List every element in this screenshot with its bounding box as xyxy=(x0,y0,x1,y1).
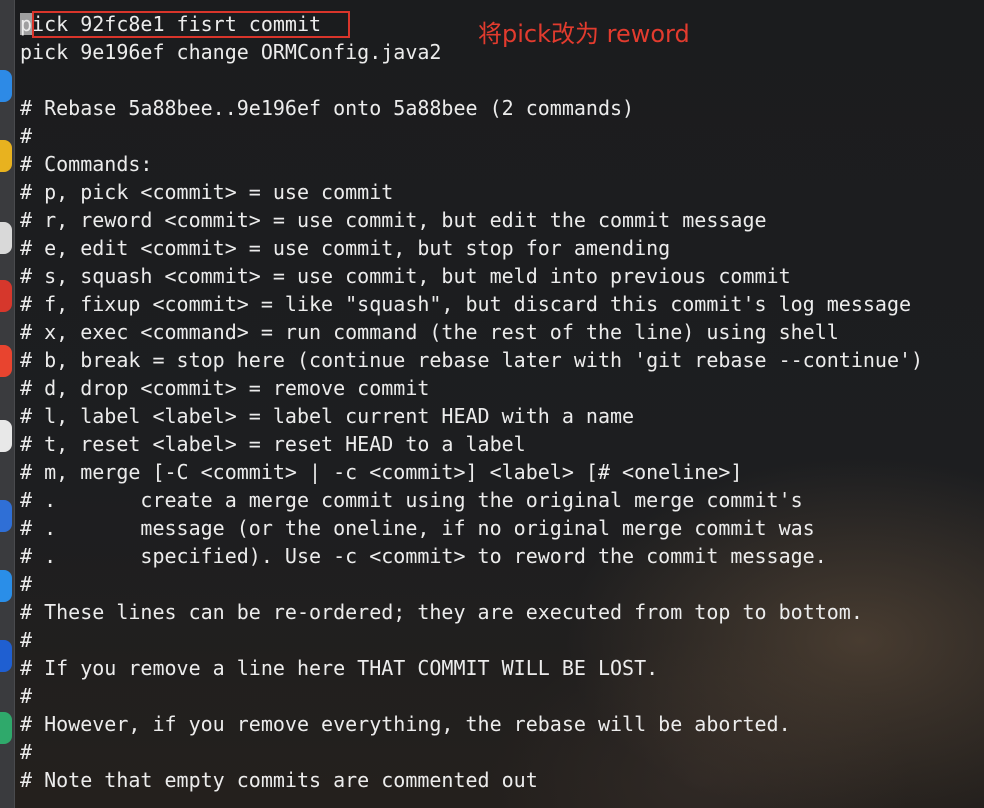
comment-line[interactable]: # These lines can be re-ordered; they ar… xyxy=(20,598,984,626)
app-blue2-icon[interactable] xyxy=(0,570,12,602)
comment-line[interactable]: # Rebase 5a88bee..9e196ef onto 5a88bee (… xyxy=(20,94,984,122)
comment-line[interactable]: # xyxy=(20,122,984,150)
app-red2-icon[interactable] xyxy=(0,345,12,377)
comment-line[interactable]: # If you remove a line here THAT COMMIT … xyxy=(20,654,984,682)
comment-line[interactable]: # Commands: xyxy=(20,150,984,178)
highlight-box xyxy=(32,11,350,38)
comment-line[interactable]: # r, reword <commit> = use commit, but e… xyxy=(20,206,984,234)
safari-icon[interactable] xyxy=(0,70,12,102)
comment-line[interactable]: # . specified). Use -c <commit> to rewor… xyxy=(20,542,984,570)
app-red-icon[interactable] xyxy=(0,280,12,312)
comment-line[interactable]: # b, break = stop here (continue rebase … xyxy=(20,346,984,374)
comment-line[interactable]: # . create a merge commit using the orig… xyxy=(20,486,984,514)
app-green-icon[interactable] xyxy=(0,712,12,744)
comment-line[interactable]: # However, if you remove everything, the… xyxy=(20,710,984,738)
annotation-text: 将pick改为 reword xyxy=(478,20,690,48)
comment-line[interactable]: # t, reset <label> = reset HEAD to a lab… xyxy=(20,430,984,458)
blank-line[interactable] xyxy=(20,66,984,94)
app-blue-icon[interactable] xyxy=(0,500,12,532)
dock xyxy=(0,0,15,808)
comment-line[interactable]: # p, pick <commit> = use commit xyxy=(20,178,984,206)
app-blue3-icon[interactable] xyxy=(0,640,12,672)
comment-line[interactable]: # x, exec <command> = run command (the r… xyxy=(20,318,984,346)
comment-line[interactable]: # m, merge [-C <commit> | -c <commit>] <… xyxy=(20,458,984,486)
comment-line[interactable]: # f, fixup <commit> = like "squash", but… xyxy=(20,290,984,318)
comment-line[interactable]: # xyxy=(20,570,984,598)
terminal-editor[interactable]: pick 92fc8e1 fisrt commit pick 9e196ef c… xyxy=(20,10,984,808)
comment-line[interactable]: # s, squash <commit> = use commit, but m… xyxy=(20,262,984,290)
chrome-icon[interactable] xyxy=(0,140,12,172)
document-icon[interactable] xyxy=(0,420,12,452)
comment-line[interactable]: # . message (or the oneline, if no origi… xyxy=(20,514,984,542)
messages-icon[interactable] xyxy=(0,222,12,254)
comment-line[interactable]: # Note that empty commits are commented … xyxy=(20,766,984,794)
comment-line[interactable]: # e, edit <commit> = use commit, but sto… xyxy=(20,234,984,262)
comment-line[interactable]: # d, drop <commit> = remove commit xyxy=(20,374,984,402)
comment-line[interactable]: # xyxy=(20,738,984,766)
comment-line[interactable]: # l, label <label> = label current HEAD … xyxy=(20,402,984,430)
comment-line[interactable]: # xyxy=(20,626,984,654)
comment-line[interactable]: # xyxy=(20,682,984,710)
